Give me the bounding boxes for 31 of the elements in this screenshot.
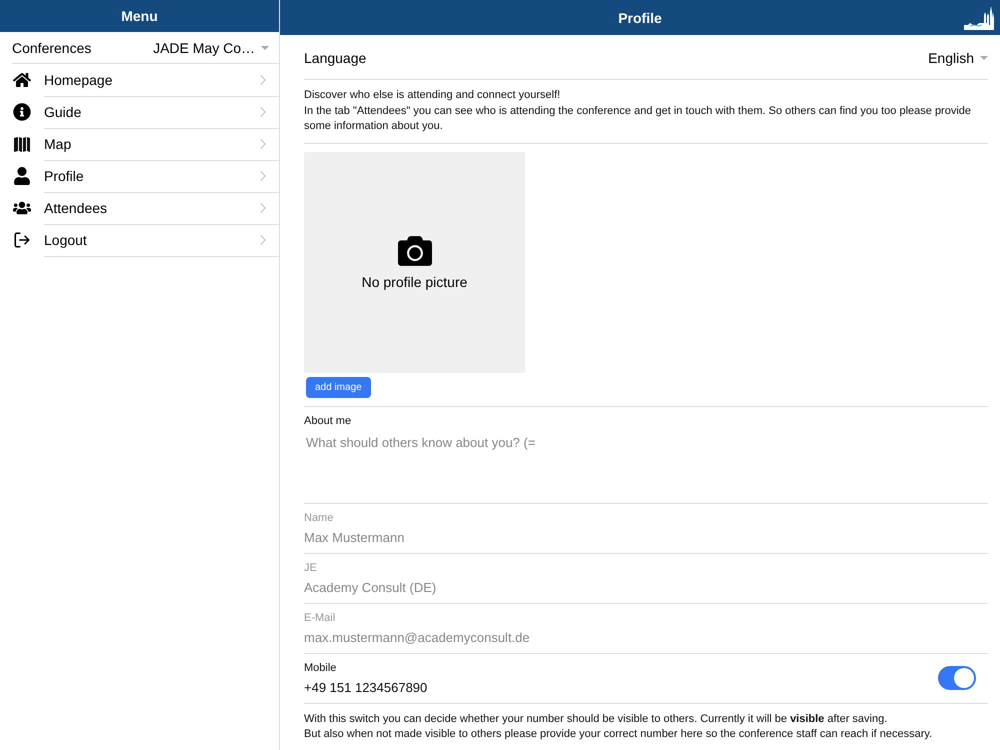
add-image-button[interactable]: add image (306, 376, 371, 398)
note-text: With this switch you can decide whether your number should be visible to others. Currently it will be visible after saving. (304, 712, 888, 726)
menu-item[interactable]: Map (44, 136, 72, 152)
page-title: Profile (618, 10, 662, 26)
language-select[interactable]: English (928, 50, 988, 66)
conference-select[interactable]: JADE May Co… (153, 40, 269, 56)
menu-item[interactable]: Guide (44, 104, 82, 120)
no-picture-caption: No profile picture (362, 274, 468, 290)
map-icon (14, 136, 30, 152)
mobile-label: Mobile (304, 662, 338, 674)
info-icon (13, 103, 31, 121)
home-icon (13, 71, 31, 89)
menu-title: Menu (0, 0, 279, 32)
about-label: About me (304, 414, 352, 426)
note-text: But also when not made visible to others please provide your correct number here so the conference staff can reach if necessary. (304, 727, 934, 742)
menu-item[interactable]: Logout (44, 232, 87, 248)
menu-item[interactable]: Attendees (44, 200, 108, 216)
logout-icon (13, 231, 31, 249)
visibility-toggle[interactable] (938, 666, 976, 690)
intro-text: Discover who else is attending and connect yourself! (304, 88, 562, 103)
menu-item[interactable]: Profile (44, 168, 84, 184)
people-icon (13, 199, 31, 217)
menu-item[interactable]: Homepage (44, 72, 112, 88)
field-label: Name (304, 512, 334, 524)
language-label: Language (304, 50, 366, 66)
field-label: JE (304, 562, 318, 574)
camera-icon (398, 234, 432, 268)
person-icon (13, 167, 31, 185)
field-label: E-Mail (304, 612, 336, 624)
intro-text: In the tab "Attendees" you can see who is attending the conference and get in touch with them. So others can find you too please provide some information about you. (304, 104, 972, 134)
conferences-label: Conferences (12, 40, 92, 56)
